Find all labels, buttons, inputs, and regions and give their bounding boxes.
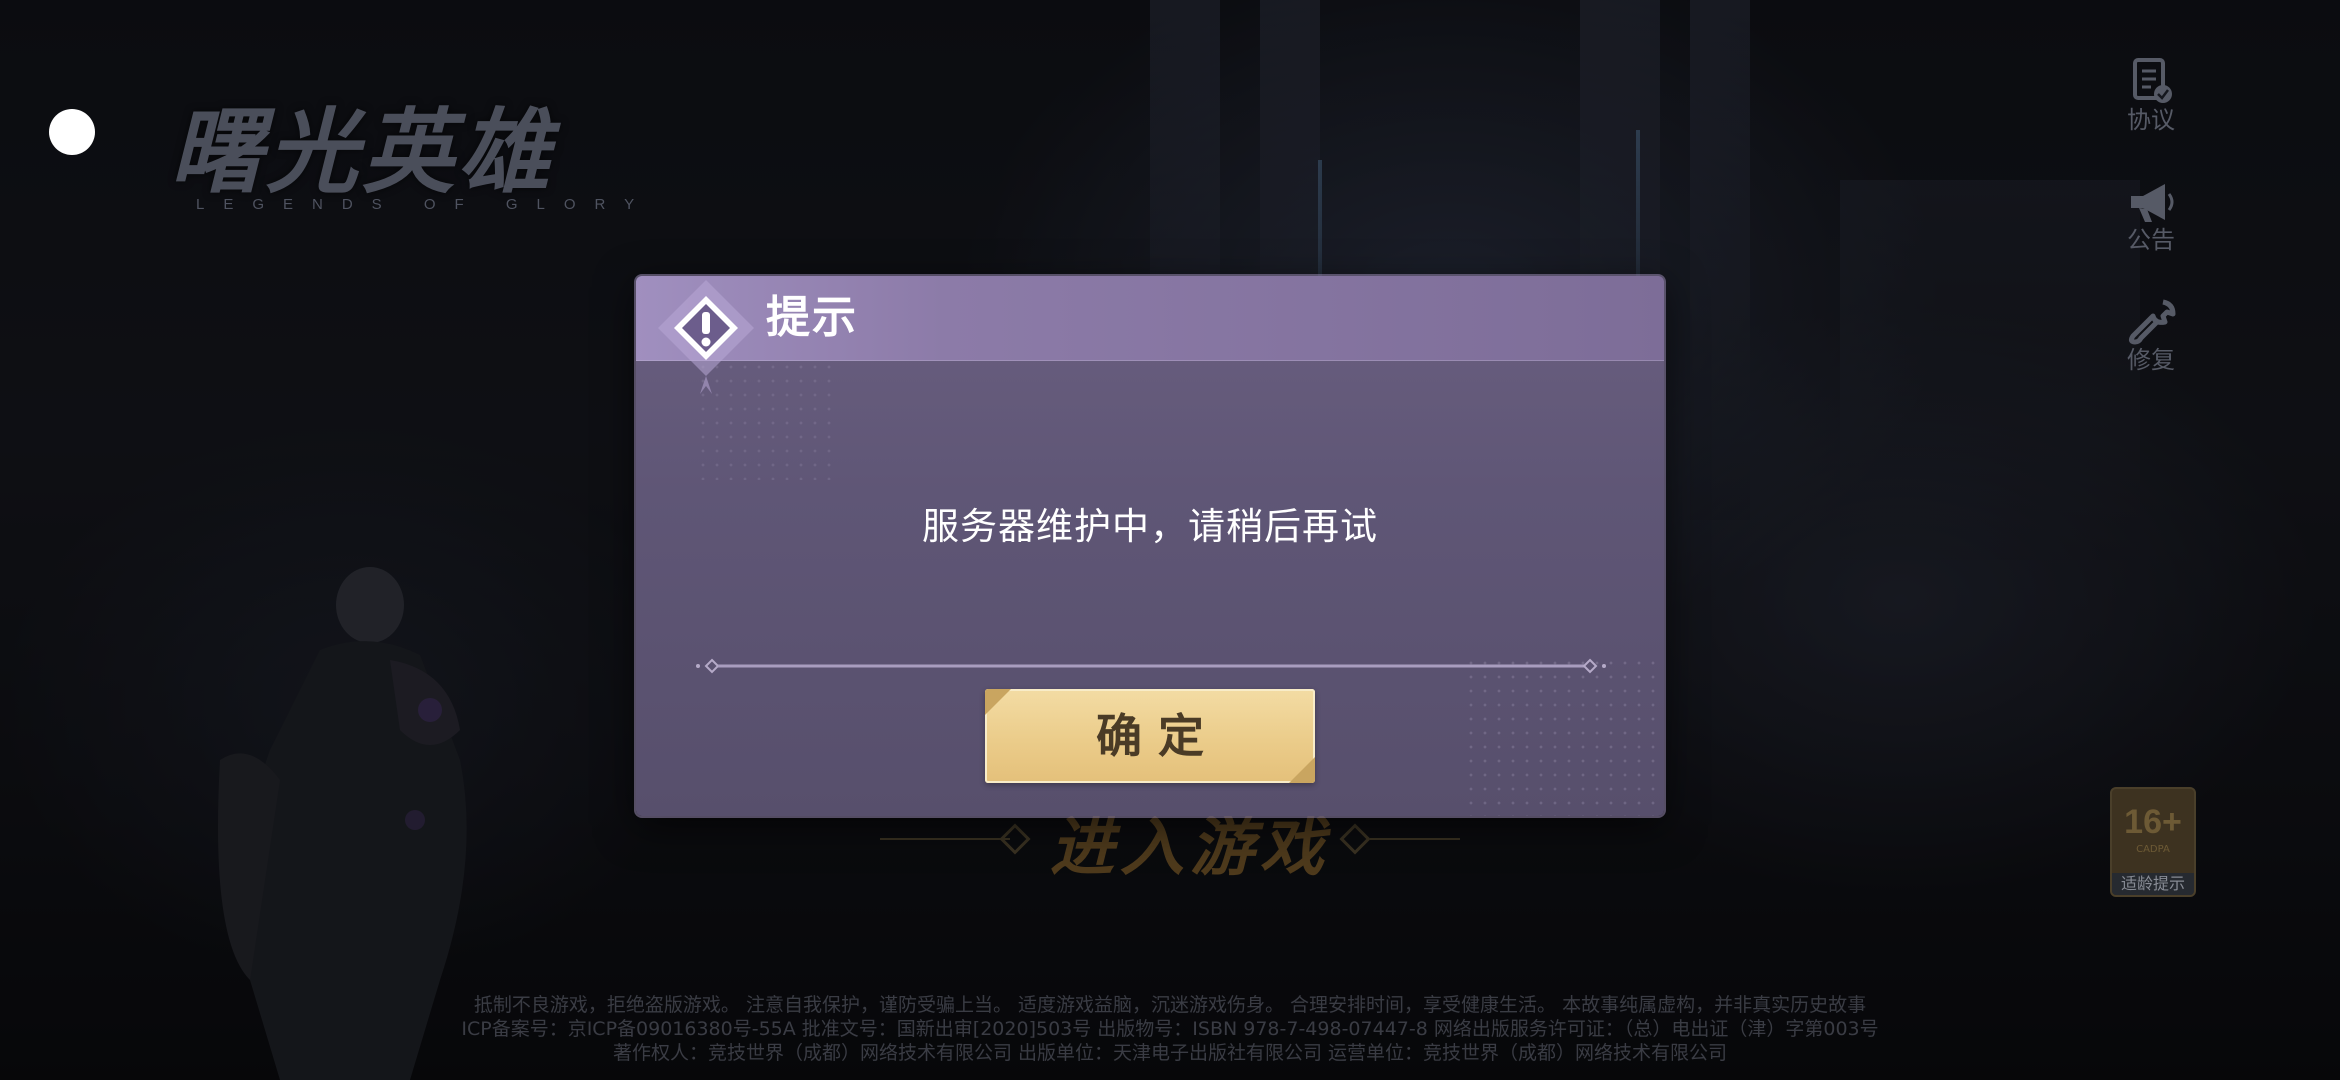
footer-line-health: 抵制不良游戏，拒绝盗版游戏。 注意自我保护，谨防受骗上当。 适度游戏益脑，沉迷游… bbox=[473, 994, 1867, 1016]
notice-label: 公告 bbox=[2127, 226, 2175, 254]
age-rating-badge[interactable]: 16+ CADPA 适龄提示 bbox=[2110, 787, 2196, 897]
logo-title-en: LEGENDS OF GLORY bbox=[196, 196, 654, 213]
agreement-label: 协议 bbox=[2127, 106, 2175, 134]
dialog-sparkle-decor bbox=[1464, 656, 1664, 816]
dialog-divider bbox=[696, 658, 1606, 674]
megaphone-icon bbox=[2131, 184, 2174, 222]
legal-footer: 抵制不良游戏，拒绝盗版游戏。 注意自我保护，谨防受骗上当。 适度游戏益脑，沉迷游… bbox=[0, 993, 2340, 1065]
footer-line-publisher: 著作权人：竞技世界（成都）网络技术有限公司 出版单位：天津电子出版社有限公司 运… bbox=[612, 1042, 1728, 1064]
wrench-icon bbox=[2128, 299, 2176, 345]
enter-game-decor-line-right bbox=[1370, 838, 1460, 840]
document-check-icon bbox=[2133, 58, 2172, 103]
repair-label: 修复 bbox=[2127, 346, 2175, 374]
age-rating-label: 适龄提示 bbox=[2112, 873, 2194, 895]
maintenance-dialog: 提示 服务器维护中，请稍后再试 确定 bbox=[636, 276, 1664, 816]
confirm-button-label: 确定 bbox=[1096, 709, 1220, 763]
repair-button[interactable]: 修复 bbox=[2118, 298, 2184, 374]
confirm-button[interactable]: 确定 bbox=[985, 689, 1315, 783]
exclamation-diamond-icon bbox=[658, 280, 754, 394]
age-rating-number: 16+ bbox=[2124, 803, 2182, 841]
logo-title-cn: 曙光英雄 bbox=[170, 98, 555, 206]
game-launch-screen: 曙光英雄 LEGENDS OF GLORY 协议 公告 修复 16+ CADPA bbox=[0, 0, 2340, 1080]
age-rating-org: CADPA bbox=[2136, 844, 2170, 855]
dialog-title: 提示 bbox=[766, 292, 858, 343]
footer-line-icp: ICP备案号：京ICP备09016380号-55A 批准文号：国新出审[2020… bbox=[461, 1018, 1879, 1040]
notice-button[interactable]: 公告 bbox=[2118, 178, 2184, 254]
agreement-button[interactable]: 协议 bbox=[2118, 56, 2184, 134]
game-logo: 曙光英雄 LEGENDS OF GLORY bbox=[170, 78, 670, 218]
dialog-message: 服务器维护中，请稍后再试 bbox=[922, 505, 1378, 548]
floating-assist-dot[interactable] bbox=[49, 109, 95, 155]
enter-game-decor-line-left bbox=[880, 838, 1010, 840]
